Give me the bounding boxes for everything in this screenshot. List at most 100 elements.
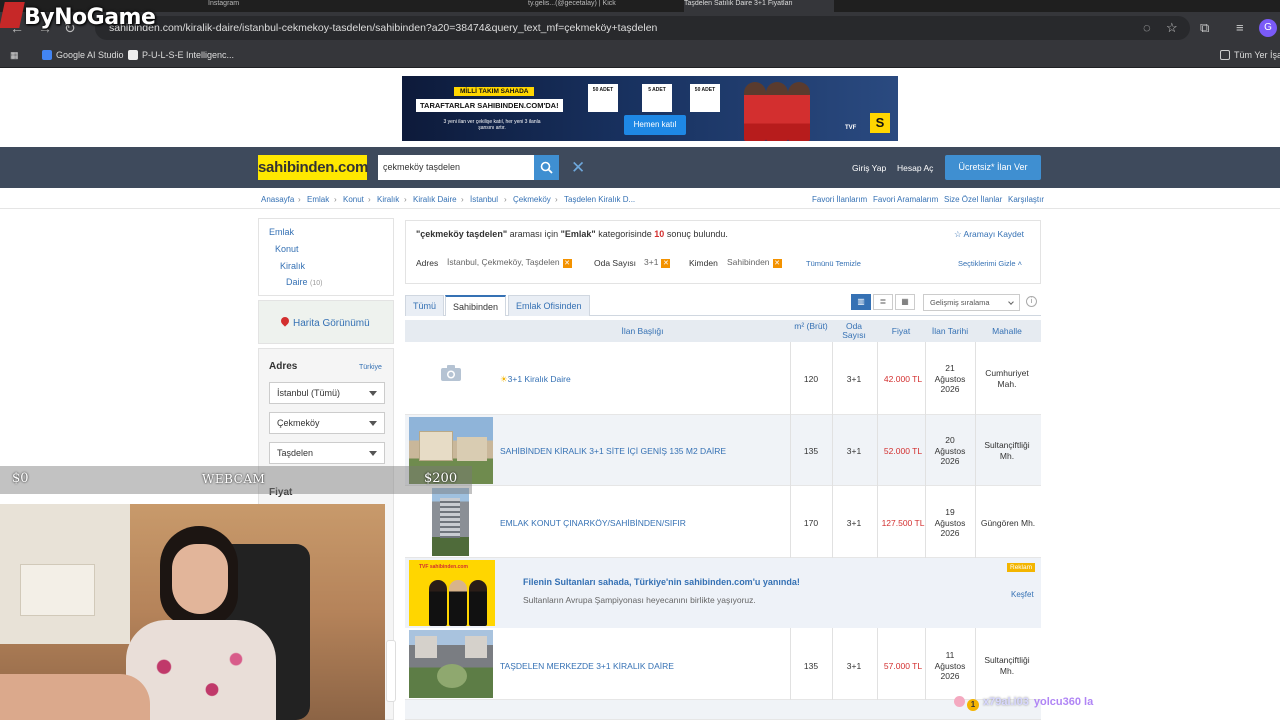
compare-link[interactable]: Karşılaştır	[1008, 195, 1044, 204]
tab-by-owner[interactable]: Sahibinden	[445, 295, 507, 316]
reading-list-icon[interactable]: ≡	[1236, 20, 1244, 35]
search-button[interactable]	[534, 155, 559, 180]
save-search-label: Aramayı Kaydet	[963, 229, 1025, 239]
table-row[interactable]: ☀3+1 Kiralık Daire 120 3+1 42.000 TL 21 A…	[405, 342, 1041, 415]
star-icon[interactable]: ☆	[1166, 20, 1178, 36]
category-kiralik[interactable]: Kiralık	[280, 261, 305, 271]
browser-tab[interactable]: ty.gelis...(@gecetalay) | Kick	[528, 0, 678, 12]
country-link[interactable]: Türkiye	[359, 364, 382, 371]
district-select[interactable]: Çekmeköy	[269, 412, 385, 434]
listing-photo[interactable]	[409, 630, 493, 698]
rooms-filter-chip[interactable]: 3+1 ✕	[644, 257, 671, 268]
ad-discover-link[interactable]: Keşfet	[1011, 590, 1034, 599]
favorite-searches-link[interactable]: Favori Aramalarım	[873, 195, 938, 204]
scrollbar[interactable]	[386, 640, 396, 702]
apps-icon[interactable]: ▦	[10, 50, 19, 61]
breadcrumb-item[interactable]: Çekmeköy	[513, 195, 551, 204]
listing-photo[interactable]	[432, 488, 469, 556]
breadcrumb-item[interactable]: Konut	[343, 195, 364, 204]
col-date[interactable]: İlan Tarihi	[926, 327, 974, 336]
breadcrumb-item[interactable]: Anasayfa	[261, 195, 294, 204]
bookmark-pulse[interactable]: P-U-L-S-E Intelligenc...	[128, 50, 234, 60]
query-text: "çekmeköy taşdelen"	[416, 229, 508, 239]
breadcrumb-item[interactable]: Taşdelen Kiralık D...	[564, 195, 635, 204]
browser-tab[interactable]: Instagram	[208, 0, 368, 12]
tab-all[interactable]: Tümü	[405, 295, 445, 316]
all-bookmarks[interactable]: Tüm Yer İşaretleri	[1220, 50, 1280, 60]
tab-by-agency[interactable]: Emlak Ofisinden	[508, 295, 590, 316]
map-view-button[interactable]: Harita Görünümü	[258, 300, 394, 344]
listing-neighborhood: Sultançiftliği Mh.	[976, 440, 1038, 461]
address-bar[interactable]: sahibinden.com/kiralik-daire/istanbul-ce…	[95, 16, 1190, 40]
remove-filter-icon[interactable]: ✕	[661, 259, 671, 268]
webcam-background	[20, 564, 95, 616]
divider	[877, 486, 878, 558]
save-search-button[interactable]: ☆ Aramayı Kaydet	[954, 229, 1024, 240]
listing-title[interactable]: ☀3+1 Kiralık Daire	[500, 374, 571, 385]
banner-tag: MİLLİ TAKIM SAHADA	[454, 87, 535, 96]
login-link[interactable]: Giriş Yap	[852, 163, 886, 173]
extensions-icon[interactable]: ⧉	[1200, 20, 1209, 36]
date-day: 20	[945, 435, 955, 445]
search-icon	[540, 161, 553, 174]
native-ad-row[interactable]: TVF sahibinden.com Filenin Sultanları sa…	[405, 558, 1041, 628]
info-icon[interactable]: i	[1026, 296, 1037, 307]
hide-selected-link[interactable]: Seçtiklerimi Gizle ˄	[958, 259, 1022, 268]
ad-headline[interactable]: Filenin Sultanları sahada, Türkiye'nin s…	[523, 577, 800, 587]
clear-search-icon[interactable]: ✕	[571, 158, 585, 178]
clear-all-link[interactable]: Tümünü Temizle	[806, 259, 861, 268]
listing-title[interactable]: EMLAK KONUT ÇINARKÖY/SAHİBİNDEN/SIFIR	[500, 518, 686, 528]
table-row[interactable]: EMLAK KONUT ÇINARKÖY/SAHİBİNDEN/SIFIR 17…	[405, 486, 1041, 558]
breadcrumb-item[interactable]: İstanbul	[470, 195, 498, 204]
city-select[interactable]: İstanbul (Tümü)	[269, 382, 385, 404]
breadcrumb-item[interactable]: Kiralık Daire	[413, 195, 457, 204]
divider	[925, 415, 926, 486]
col-price[interactable]: Fiyat	[878, 327, 924, 336]
listing-title[interactable]: TAŞDELEN MERKEZDE 3+1 KİRALIK DAİRE	[500, 661, 674, 671]
chat-text: yolcu360 la	[1033, 696, 1094, 708]
remove-filter-icon[interactable]: ✕	[772, 259, 782, 268]
city-select-value: İstanbul (Tümü)	[277, 388, 341, 398]
search-input[interactable]: çekmeköy taşdelen	[378, 155, 534, 180]
banner-org: TVF	[845, 125, 857, 131]
table-row[interactable]	[405, 700, 1041, 720]
profile-avatar[interactable]: G	[1259, 19, 1277, 37]
list-view-button[interactable]: ▥	[851, 294, 871, 310]
listing-title[interactable]: SAHİBİNDEN KİRALIK 3+1 SİTE İÇİ GENİŞ 13…	[500, 446, 726, 456]
breadcrumb-item[interactable]: Emlak	[307, 195, 329, 204]
bookmark-google-ai-studio[interactable]: Google AI Studio	[42, 50, 124, 60]
category-konut[interactable]: Konut	[275, 244, 299, 254]
eye-off-icon[interactable]: ◌	[1143, 20, 1151, 35]
from-filter-chip[interactable]: Sahibinden ✕	[727, 257, 782, 268]
col-title[interactable]: İlan Başlığı	[495, 327, 790, 336]
remove-filter-icon[interactable]: ✕	[562, 259, 572, 268]
table-row[interactable]: TAŞDELEN MERKEZDE 3+1 KİRALIK DAİRE 135 …	[405, 628, 1041, 700]
favorite-ads-link[interactable]: Favori İlanlarım	[812, 195, 867, 204]
site-logo[interactable]: sahibinden.com	[258, 155, 368, 180]
banner-join-button[interactable]: Hemen katıl	[624, 115, 686, 135]
star-outline-icon: ☆	[954, 229, 962, 239]
compact-view-button[interactable]: ≣	[873, 294, 893, 310]
sort-select[interactable]: Gelişmiş sıralama	[923, 294, 1020, 311]
category-daire[interactable]: Daire (10)	[286, 277, 322, 287]
address-filter-chip[interactable]: İstanbul, Çekmeköy, Taşdelen ✕	[447, 257, 572, 268]
top-banner-ad[interactable]: MİLLİ TAKIM SAHADA TARAFTARLAR SAHIBINDE…	[402, 76, 898, 141]
browser-tab-active[interactable]: Taşdelen Satılık Daire 3+1 Fiyatları	[684, 0, 834, 12]
listing-price: 52.000 TL	[883, 446, 923, 456]
date-month: Ağustos	[934, 517, 966, 528]
grid-view-button[interactable]: ▦	[895, 294, 915, 310]
custom-ads-link[interactable]: Size Özel İlanlar	[944, 195, 1002, 204]
banner-prize-box: 5 ADET	[642, 84, 672, 112]
listing-area: 135	[803, 661, 819, 671]
category-emlak[interactable]: Emlak	[269, 227, 294, 237]
bynogame-mark-icon	[0, 2, 25, 28]
col-area[interactable]: m² (Brüt)	[791, 322, 831, 331]
col-rooms[interactable]: Oda Sayısı	[833, 322, 875, 340]
signup-link[interactable]: Hesap Aç	[897, 163, 933, 173]
listing-neighborhood: Güngören Mh.	[976, 518, 1040, 529]
table-row[interactable]: SAHİBİNDEN KİRALIK 3+1 SİTE İÇİ GENİŞ 13…	[405, 415, 1041, 486]
breadcrumb-item[interactable]: Kiralık	[377, 195, 399, 204]
col-neighborhood[interactable]: Mahalle	[976, 327, 1038, 336]
post-ad-button[interactable]: Ücretsiz* İlan Ver	[945, 155, 1041, 180]
neighborhood-select[interactable]: Taşdelen	[269, 442, 385, 464]
